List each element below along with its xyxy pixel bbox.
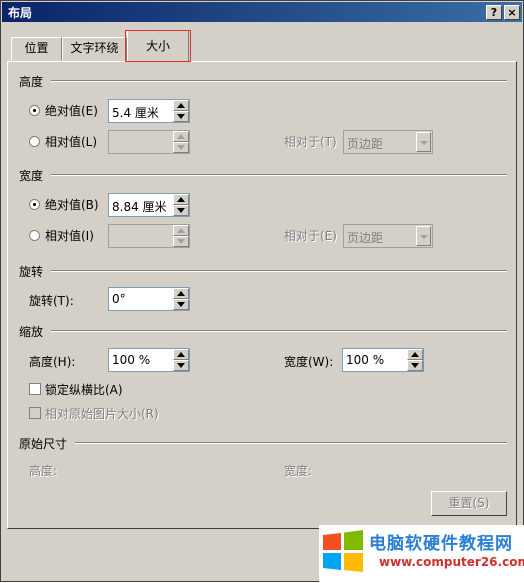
scale-width-spinner[interactable]: 100 % [342, 348, 424, 372]
spin-down-icon[interactable] [407, 360, 423, 371]
height-absolute-value: 5.4 厘米 [112, 106, 159, 120]
rotate-section-label: 旋转 [19, 265, 44, 279]
width-relative-radio[interactable] [29, 230, 40, 241]
width-relative-to-label: 相对于(E) [284, 229, 337, 243]
section-divider [51, 270, 507, 272]
chevron-down-icon [416, 226, 431, 246]
height-relative-to-label: 相对于(T) [284, 135, 337, 149]
height-absolute-radio[interactable] [29, 105, 40, 116]
close-button[interactable]: × [504, 5, 520, 20]
dialog-title: 布局 [8, 6, 33, 20]
help-button[interactable]: ? [486, 5, 502, 20]
width-absolute-spinner[interactable]: 8.84 厘米 [108, 193, 190, 217]
scale-width-label: 宽度(W): [284, 355, 334, 369]
section-divider [51, 80, 507, 82]
spin-up-icon[interactable] [173, 194, 189, 205]
original-height-label: 高度: [29, 464, 58, 478]
relative-original-checkbox[interactable] [29, 407, 41, 419]
height-relative-label: 相对值(L) [45, 135, 98, 149]
section-divider [51, 330, 507, 332]
section-divider [75, 442, 507, 444]
spin-up-icon [173, 225, 189, 236]
windows-logo-icon [323, 530, 363, 572]
title-bar: 布局 ? × [2, 2, 522, 22]
height-relative-to-value: 页边距 [347, 137, 384, 151]
relative-original-label: 相对原始图片大小(R) [45, 407, 159, 421]
width-relative-to-value: 页边距 [347, 231, 384, 245]
rotation-value: 0° [112, 292, 126, 306]
width-relative-spinner[interactable] [108, 224, 190, 248]
scale-height-value: 100 % [112, 353, 151, 367]
rotation-spinner[interactable]: 0° [108, 287, 190, 311]
height-absolute-label: 绝对值(E) [45, 104, 98, 118]
width-absolute-label: 绝对值(B) [45, 198, 99, 212]
tab-text-wrapping[interactable]: 文字环绕 [62, 37, 127, 61]
height-absolute-spinner[interactable]: 5.4 厘米 [108, 99, 190, 123]
chevron-down-icon [416, 132, 431, 152]
width-absolute-radio[interactable] [29, 199, 40, 210]
watermark: 电脑软硬件教程网 www.computer26.com [319, 525, 524, 583]
spin-up-icon[interactable] [173, 100, 189, 111]
watermark-title: 电脑软硬件教程网 [369, 534, 513, 554]
scale-height-label: 高度(H): [29, 355, 76, 369]
height-relative-spinner[interactable] [108, 130, 190, 154]
rotation-label: 旋转(T): [29, 294, 74, 308]
height-relative-radio[interactable] [29, 136, 40, 147]
width-relative-to-select[interactable]: 页边距 [343, 224, 433, 248]
scale-width-value: 100 % [346, 353, 385, 367]
width-section-label: 宽度 [19, 169, 44, 183]
watermark-url: www.computer26.com [379, 555, 524, 569]
spin-up-icon[interactable] [173, 288, 189, 299]
spin-down-icon[interactable] [173, 299, 189, 310]
original-width-label: 宽度: [284, 464, 313, 478]
reset-button[interactable]: 重置(S) [431, 491, 507, 516]
spin-up-icon[interactable] [173, 349, 189, 360]
section-divider [51, 174, 507, 176]
spin-down-icon[interactable] [173, 205, 189, 216]
lock-aspect-label: 锁定纵横比(A) [45, 383, 123, 397]
tab-size[interactable]: 大小 [127, 30, 189, 62]
lock-aspect-checkbox[interactable] [29, 383, 41, 395]
height-section-label: 高度 [19, 75, 44, 89]
scale-section-label: 缩放 [19, 325, 44, 339]
tab-position[interactable]: 位置 [11, 37, 62, 61]
spin-down-icon[interactable] [173, 111, 189, 122]
layout-dialog: 布局 ? × 位置 文字环绕 大小 高度 绝对值(E) 5.4 厘米 相对值(L… [0, 0, 524, 583]
spin-down-icon[interactable] [173, 360, 189, 371]
spin-down-icon [173, 236, 189, 247]
spin-down-icon [173, 142, 189, 153]
spin-up-icon[interactable] [407, 349, 423, 360]
width-relative-label: 相对值(I) [45, 229, 94, 243]
spin-up-icon [173, 131, 189, 142]
width-absolute-value: 8.84 厘米 [112, 200, 167, 214]
scale-height-spinner[interactable]: 100 % [108, 348, 190, 372]
height-relative-to-select[interactable]: 页边距 [343, 130, 433, 154]
size-panel [7, 61, 517, 529]
original-size-section-label: 原始尺寸 [19, 437, 68, 451]
